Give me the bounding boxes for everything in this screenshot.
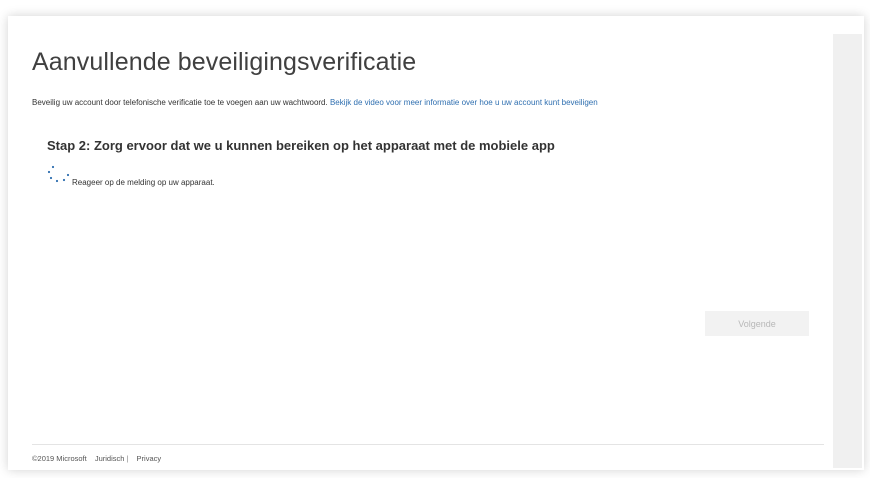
spinner-dot xyxy=(49,176,53,180)
page-title: Aanvullende beveiligingsverificatie xyxy=(32,48,417,76)
spinner-dot xyxy=(66,173,70,177)
privacy-link[interactable]: Privacy xyxy=(137,454,162,463)
footer: ©2019 Microsoft Juridisch | Privacy xyxy=(32,454,161,463)
footer-divider xyxy=(32,444,824,445)
copyright-text: ©2019 Microsoft xyxy=(32,454,87,463)
loading-spinner-icon xyxy=(47,165,70,183)
video-info-link[interactable]: Bekijk de video voor meer informatie ove… xyxy=(330,98,598,107)
footer-separator: | xyxy=(126,454,129,463)
notification-message: Reageer op de melding op uw apparaat. xyxy=(72,178,215,187)
spinner-dot xyxy=(55,179,59,183)
spinner-dot xyxy=(51,165,55,169)
main-panel xyxy=(14,22,832,466)
legal-link[interactable]: Juridisch xyxy=(95,454,125,463)
spinner-dot xyxy=(62,178,66,182)
scrollbar[interactable] xyxy=(833,34,862,468)
subtitle: Beveilig uw account door telefonische ve… xyxy=(32,98,598,107)
spinner-dot xyxy=(47,170,51,174)
next-button[interactable]: Volgende xyxy=(705,311,809,336)
subtitle-text: Beveilig uw account door telefonische ve… xyxy=(32,98,328,107)
step-heading: Stap 2: Zorg ervoor dat we u kunnen bere… xyxy=(47,138,555,153)
